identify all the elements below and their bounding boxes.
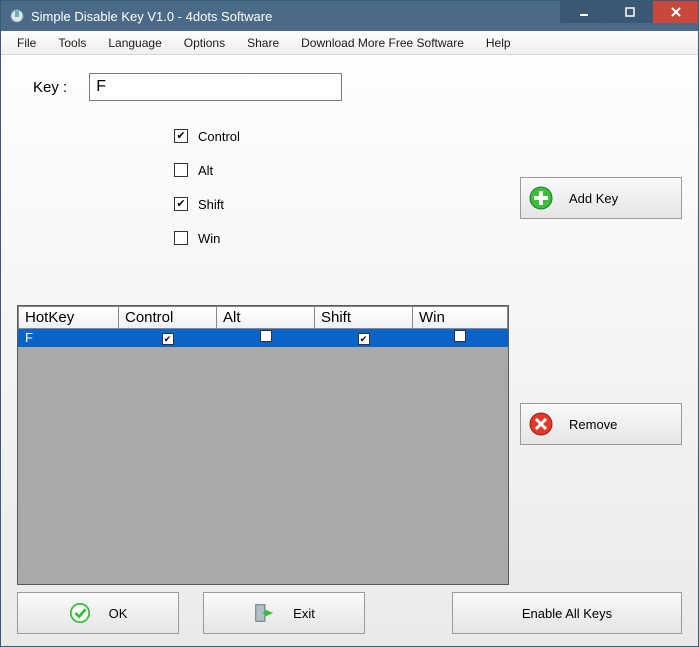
menu-help[interactable]: Help (476, 34, 521, 52)
grid-header-row: HotKey Control Alt Shift Win (19, 307, 508, 329)
exit-icon (253, 602, 275, 624)
col-win[interactable]: Win (413, 307, 508, 329)
exit-label: Exit (293, 606, 315, 621)
cell-shift (315, 329, 413, 347)
exit-button[interactable]: Exit (203, 592, 365, 634)
ok-label: OK (109, 606, 128, 621)
win-checkbox[interactable] (174, 231, 188, 245)
window-title: Simple Disable Key V1.0 - 4dots Software (31, 9, 560, 24)
win-label: Win (198, 231, 220, 246)
menu-tools[interactable]: Tools (48, 34, 96, 52)
shift-label: Shift (198, 197, 224, 212)
key-label: Key : (33, 79, 67, 96)
ok-button[interactable]: OK (17, 592, 179, 634)
plus-icon (529, 186, 553, 210)
add-key-label: Add Key (569, 191, 618, 206)
shift-checkbox[interactable] (174, 197, 188, 211)
menu-language[interactable]: Language (98, 34, 171, 52)
bottom-button-bar: OK Exit Enable All Keys (17, 592, 682, 634)
remove-label: Remove (569, 417, 617, 432)
close-button[interactable] (652, 1, 698, 23)
alt-label: Alt (198, 163, 213, 178)
col-shift[interactable]: Shift (315, 307, 413, 329)
app-icon (9, 8, 25, 24)
control-checkbox[interactable] (174, 129, 188, 143)
maximize-button[interactable] (606, 1, 652, 23)
cell-hotkey: F (19, 329, 119, 347)
minimize-button[interactable] (560, 1, 606, 23)
col-hotkey[interactable]: HotKey (19, 307, 119, 329)
menubar: File Tools Language Options Share Downlo… (1, 31, 698, 55)
control-label: Control (198, 129, 240, 144)
cell-control (119, 329, 217, 347)
key-input[interactable] (89, 73, 342, 101)
menu-options[interactable]: Options (174, 34, 235, 52)
cell-alt (217, 329, 315, 347)
titlebar[interactable]: Simple Disable Key V1.0 - 4dots Software (1, 1, 698, 31)
add-key-button[interactable]: Add Key (520, 177, 682, 219)
hotkey-grid[interactable]: HotKey Control Alt Shift Win F (17, 305, 509, 585)
remove-icon (529, 412, 553, 436)
alt-checkbox[interactable] (174, 163, 188, 177)
check-icon (69, 602, 91, 624)
col-alt[interactable]: Alt (217, 307, 315, 329)
enable-all-label: Enable All Keys (522, 606, 612, 621)
cell-win (413, 329, 508, 347)
app-window: Simple Disable Key V1.0 - 4dots Software… (0, 0, 699, 647)
menu-share[interactable]: Share (237, 34, 289, 52)
key-row: Key : (33, 73, 682, 101)
col-control[interactable]: Control (119, 307, 217, 329)
menu-file[interactable]: File (7, 34, 46, 52)
menu-download[interactable]: Download More Free Software (291, 34, 474, 52)
table-row[interactable]: F (19, 329, 508, 347)
client-area: Key : Control Alt Shift Win (1, 55, 698, 646)
remove-button[interactable]: Remove (520, 403, 682, 445)
enable-all-keys-button[interactable]: Enable All Keys (452, 592, 682, 634)
